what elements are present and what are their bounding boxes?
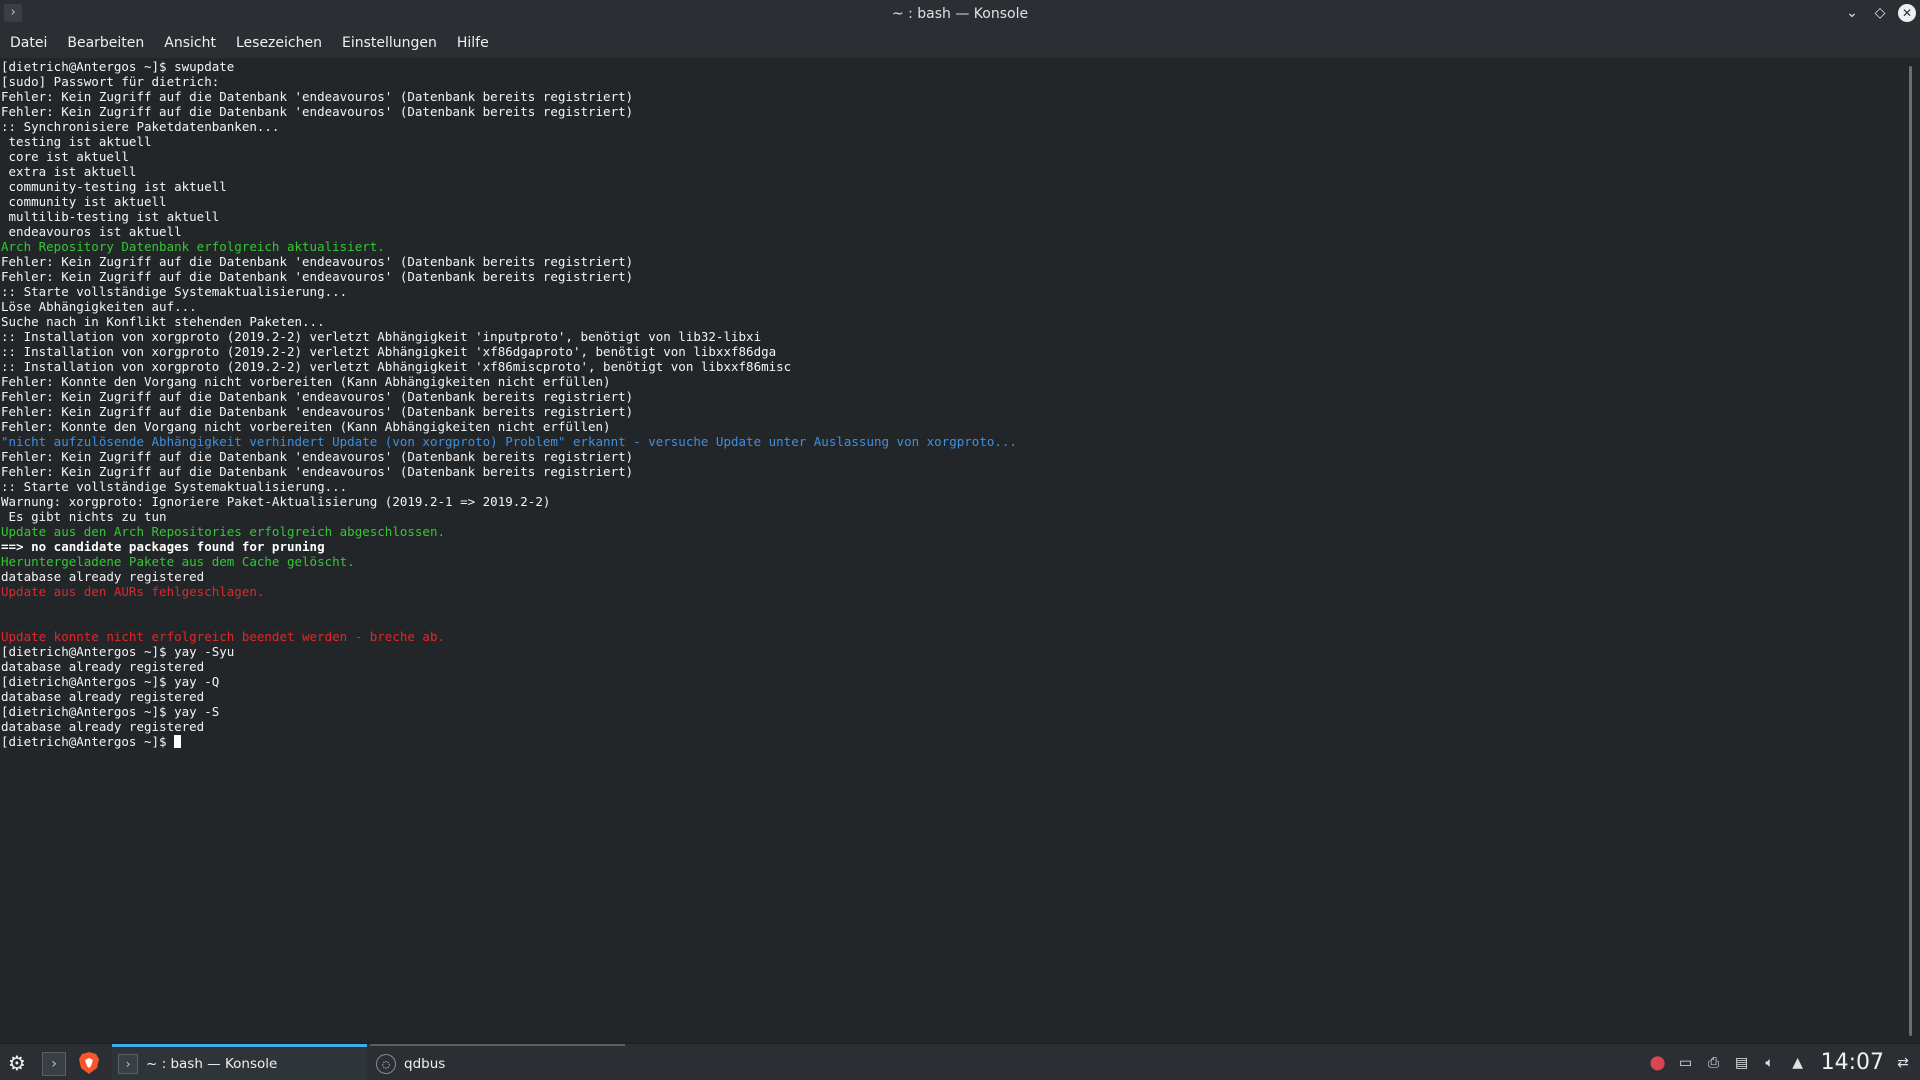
application-launcher-icon[interactable]: ⚙ (4, 1050, 30, 1076)
terminal-line: endeavouros ist aktuell (1, 224, 182, 239)
terminal-line: Es gibt nichts zu tun (1, 509, 167, 524)
terminal-line: Fehler: Kein Zugriff auf die Datenbank '… (1, 269, 634, 284)
terminal-line: [dietrich@Antergos ~]$ yay -Syu (1, 644, 235, 659)
terminal-scrollbar[interactable] (1909, 66, 1912, 1036)
update-notifier-icon[interactable]: ⬤ (1649, 1054, 1667, 1072)
terminal-line: Update aus den Arch Repositories erfolgr… (1, 524, 446, 539)
menu-bar: Datei Bearbeiten Ansicht Lesezeichen Ein… (0, 28, 1920, 58)
window-controls: ⌄ ◇ ✕ (1842, 3, 1916, 23)
display-icon[interactable]: ▭ (1677, 1054, 1695, 1072)
terminal-line: community ist aktuell (1, 194, 167, 209)
terminal-line: database already registered (1, 659, 205, 674)
network-icon[interactable]: ⇄ (1894, 1054, 1912, 1072)
terminal-prompt-line[interactable]: [dietrich@Antergos ~]$ (1, 734, 1017, 749)
task-qdbus[interactable]: ◌ qdbus (370, 1044, 625, 1080)
terminal-line: Fehler: Kein Zugriff auf die Datenbank '… (1, 104, 634, 119)
terminal-line: :: Installation von xorgproto (2019.2-2)… (1, 359, 792, 374)
terminal-line: Heruntergeladene Pakete aus dem Cache ge… (1, 554, 355, 569)
window-title: ~ : bash — Konsole (891, 6, 1029, 22)
terminal-line: :: Synchronisiere Paketdatenbanken... (1, 119, 280, 134)
task-konsole[interactable]: › ~ : bash — Konsole (112, 1044, 367, 1080)
terminal-line: Warnung: xorgproto: Ignoriere Paket-Aktu… (1, 494, 551, 509)
terminal-line: Löse Abhängigkeiten auf... (1, 299, 197, 314)
terminal-line: database already registered (1, 689, 205, 704)
terminal-line: Update konnte nicht erfolgreich beendet … (1, 629, 446, 644)
terminal-line: Fehler: Kein Zugriff auf die Datenbank '… (1, 389, 634, 404)
terminal-line: extra ist aktuell (1, 164, 137, 179)
minimize-button[interactable]: ⌄ (1842, 3, 1862, 23)
system-tray: ⬤ ▭ ⎙ ▤ 🔈︎ ▲ 14:07 ⇄ (1649, 1044, 1912, 1080)
terminal-line: Fehler: Kein Zugriff auf die Datenbank '… (1, 464, 634, 479)
terminal-line: [dietrich@Antergos ~]$ yay -S (1, 704, 220, 719)
menu-hilfe[interactable]: Hilfe (447, 28, 499, 58)
clipboard-icon[interactable]: ▤ (1733, 1054, 1751, 1072)
qdbus-icon: ◌ (376, 1053, 396, 1074)
terminal-line: Fehler: Kein Zugriff auf die Datenbank '… (1, 89, 634, 104)
konsole-app-icon[interactable]: › (4, 4, 22, 22)
title-bar: › ~ : bash — Konsole ⌄ ◇ ✕ (0, 0, 1920, 28)
konsole-launcher-icon[interactable]: › (42, 1052, 66, 1076)
terminal-line: :: Installation von xorgproto (2019.2-2)… (1, 344, 777, 359)
terminal-line: [sudo] Passwort für dietrich: (1, 74, 220, 89)
volume-icon[interactable]: 🔈︎ (1761, 1054, 1779, 1072)
menu-ansicht[interactable]: Ansicht (154, 28, 226, 58)
menu-datei[interactable]: Datei (0, 28, 57, 58)
terminal-line: Fehler: Konnte den Vorgang nicht vorbere… (1, 419, 611, 434)
terminal-line: database already registered (1, 719, 205, 734)
terminal-line: multilib-testing ist aktuell (1, 209, 220, 224)
terminal-line: Suche nach in Konflikt stehenden Paketen… (1, 314, 325, 329)
terminal-line: Fehler: Konnte den Vorgang nicht vorbere… (1, 374, 611, 389)
terminal-lines: [dietrich@Antergos ~]$ swupdate [sudo] Pa… (1, 59, 1017, 749)
close-button[interactable]: ✕ (1898, 4, 1916, 22)
taskbar: ⚙ › › ~ : bash — Konsole ◌ qdbus ⬤ ▭ ⎙ ▤… (0, 1043, 1920, 1080)
terminal-line: "nicht aufzulösende Abhängigkeit verhind… (1, 434, 1017, 449)
terminal-line: Fehler: Kein Zugriff auf die Datenbank '… (1, 254, 634, 269)
terminal-line: [dietrich@Antergos ~]$ yay -Q (1, 674, 220, 689)
konsole-icon: › (118, 1054, 138, 1074)
menu-einstellungen[interactable]: Einstellungen (332, 28, 447, 58)
terminal-line: :: Starte vollständige Systemaktualisier… (1, 284, 348, 299)
brave-browser-icon[interactable] (76, 1050, 102, 1076)
task-qdbus-label: qdbus (404, 1055, 446, 1072)
terminal-line: Fehler: Kein Zugriff auf die Datenbank '… (1, 404, 634, 419)
terminal-line: database already registered (1, 569, 205, 584)
terminal-line: :: Installation von xorgproto (2019.2-2)… (1, 329, 762, 344)
terminal-line: core ist aktuell (1, 149, 129, 164)
menu-bearbeiten[interactable]: Bearbeiten (57, 28, 154, 58)
menu-lesezeichen[interactable]: Lesezeichen (226, 28, 332, 58)
terminal-cursor (174, 735, 182, 748)
maximize-button[interactable]: ◇ (1870, 3, 1890, 23)
terminal-line: testing ist aktuell (1, 134, 152, 149)
terminal-line: [dietrich@Antergos ~]$ swupdate (1, 59, 235, 74)
terminal-output[interactable]: [dietrich@Antergos ~]$ swupdate [sudo] Pa… (0, 58, 1904, 1042)
terminal-line: ==> no candidate packages found for prun… (1, 539, 325, 554)
terminal-line: Arch Repository Datenbank erfolgreich ak… (1, 239, 385, 254)
terminal-line: Fehler: Kein Zugriff auf die Datenbank '… (1, 449, 634, 464)
terminal-prompt: [dietrich@Antergos ~]$ (1, 734, 175, 749)
task-konsole-label: ~ : bash — Konsole (146, 1056, 278, 1072)
clock[interactable]: 14:07 (1821, 1050, 1884, 1075)
terminal-line: community-testing ist aktuell (1, 179, 227, 194)
expand-tray-icon[interactable]: ▲ (1789, 1054, 1807, 1072)
printer-icon[interactable]: ⎙ (1705, 1054, 1723, 1072)
terminal-line: Update aus den AURs fehlgeschlagen. (1, 584, 265, 599)
terminal-line: :: Starte vollständige Systemaktualisier… (1, 479, 348, 494)
